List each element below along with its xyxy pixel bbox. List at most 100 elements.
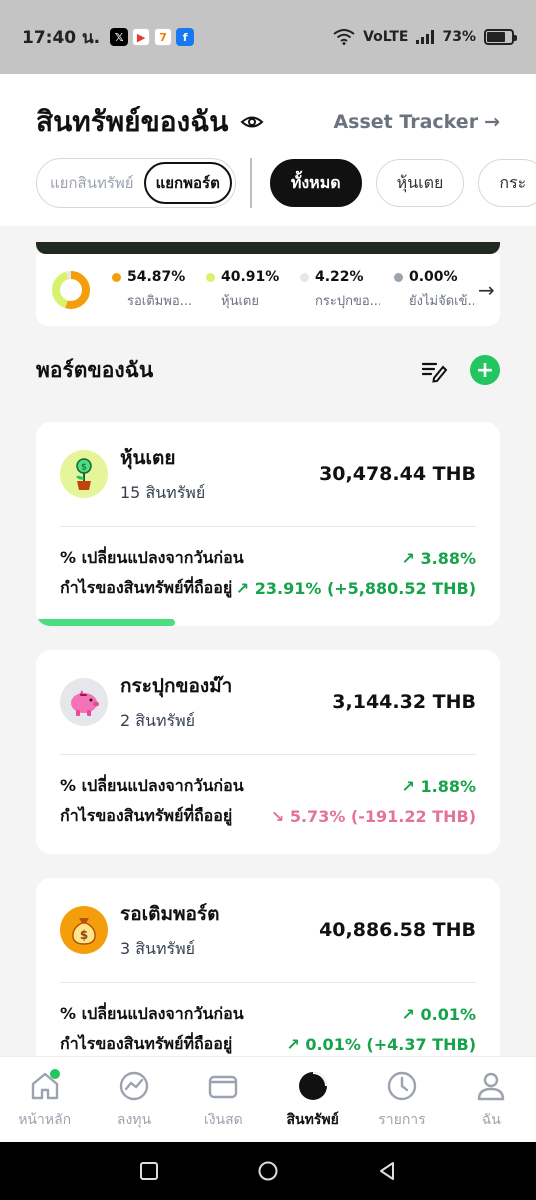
svg-text:$: $ (81, 463, 87, 473)
money-bag-icon: $ (60, 906, 108, 954)
add-portfolio-button[interactable]: + (470, 355, 500, 385)
back-icon[interactable] (377, 1161, 397, 1181)
portfolio-card[interactable]: กระปุกของม๊า 2 สินทรัพย์ 3,144.32 THB % … (36, 650, 500, 854)
youtube-app-icon: ▶ (132, 28, 151, 46)
portfolio-section-header: พอร์ตของฉัน + (36, 350, 500, 390)
portfolio-name: รอเติมพอร์ต (120, 902, 220, 925)
wallet-icon (209, 1075, 238, 1098)
bottom-navigation: หน้าหลัก ลงทุน เงินสด สินทรัพย์ รายการ ฉ… (0, 1056, 536, 1142)
nav-invest[interactable]: ลงทุน (89, 1057, 178, 1142)
arrow-right-icon[interactable]: → (478, 278, 495, 302)
seven-eleven-app-icon: 7 (154, 28, 173, 46)
portfolio-progress-bar (36, 619, 176, 626)
recent-apps-icon[interactable] (139, 1161, 159, 1181)
allocation-item: 40.91% หุ้นเตย (206, 269, 286, 311)
portfolio-card[interactable]: $ รอเติมพอร์ต 3 สินทรัพย์ 40,886.58 THB … (36, 878, 500, 1078)
profile-icon (478, 1072, 505, 1100)
divider (60, 754, 476, 755)
nav-assets[interactable]: สินทรัพย์ (268, 1057, 357, 1142)
arrow-right-icon: → (484, 111, 500, 133)
allocation-name: กระปุกขอ... (315, 294, 380, 309)
daily-change-label: % เปลี่ยนแปลงจากวันก่อน (60, 547, 244, 567)
nav-history[interactable]: รายการ (357, 1057, 446, 1142)
view-segment-control: แยกสินทรัพย์ แยกพอร์ต (36, 158, 236, 208)
system-navigation-bar (0, 1142, 536, 1200)
allocation-name: รอเติมพอ... (127, 294, 192, 309)
x-app-icon: 𝕏 (110, 28, 129, 46)
holding-profit-value: 23.91% (+5,880.52 THB) (254, 578, 476, 598)
asset-tracker-link[interactable]: Asset Tracker → (333, 111, 500, 133)
portfolio-card[interactable]: $ หุ้นเตย 15 สินทรัพย์ 30,478.44 THB % เ… (36, 422, 500, 626)
portfolio-asset-count: 3 สินทรัพย์ (120, 938, 196, 958)
arrow-up-icon: ↗ (286, 1034, 306, 1054)
arrow-down-icon: ↘ (270, 806, 290, 826)
signal-icon (416, 30, 435, 44)
network-type: VoLTE (363, 29, 409, 45)
svg-text:$: $ (80, 928, 88, 942)
segment-by-asset[interactable]: แยกสินทรัพย์ (40, 162, 144, 204)
legend-dot (300, 272, 309, 282)
arrow-up-icon: ↗ (235, 578, 255, 598)
asset-tracker-label: Asset Tracker (333, 111, 479, 133)
nav-label: ลงทุน (116, 1111, 152, 1128)
page-header: สินทรัพย์ของฉัน Asset Tracker → แยกสินทร… (0, 74, 536, 226)
filter-krapuk[interactable]: กระ (478, 159, 536, 207)
segment-by-portfolio[interactable]: แยกพอร์ต (143, 162, 232, 204)
allocation-pct: 0.00% (409, 269, 458, 285)
allocation-pct: 54.87% (127, 269, 186, 285)
notification-dot (50, 1069, 60, 1079)
divider (249, 158, 252, 208)
holding-profit-label: กำไรของสินทรัพย์ที่ถืออยู่ (60, 577, 233, 597)
status-bar: 17:40 น. 𝕏 ▶ 7 f VoLTE 73% (0, 0, 536, 74)
nav-label: ฉัน (481, 1111, 501, 1128)
portfolio-name: หุ้นเตย (120, 446, 176, 469)
nav-label: เงินสด (203, 1111, 243, 1128)
portfolio-value: 30,478.44 THB (319, 463, 476, 485)
nav-label: หน้าหลัก (18, 1111, 72, 1128)
section-title: พอร์ตของฉัน (36, 357, 154, 382)
legend-dot (206, 272, 215, 282)
daily-change-value: 0.01% (420, 1004, 476, 1024)
portfolio-value: 3,144.32 THB (332, 691, 476, 713)
edit-list-icon[interactable] (420, 356, 448, 384)
home-button-icon[interactable] (258, 1161, 278, 1181)
holding-profit-value: 0.01% (+4.37 THB) (305, 1034, 476, 1054)
allocation-item: 4.22% กระปุกขอ... (300, 269, 380, 311)
eye-icon[interactable] (240, 109, 266, 135)
daily-change-value: 3.88% (420, 548, 476, 568)
banner-image-edge (36, 242, 500, 254)
arrow-up-icon: ↗ (401, 1004, 421, 1024)
nav-label: รายการ (378, 1111, 426, 1128)
portfolio-asset-count: 15 สินทรัพย์ (120, 482, 206, 502)
portfolio-asset-count: 2 สินทรัพย์ (120, 710, 196, 730)
notification-icons: 𝕏 ▶ 7 f (110, 28, 195, 46)
divider (60, 982, 476, 983)
divider (60, 526, 476, 527)
allocation-pct: 4.22% (315, 269, 364, 285)
daily-change-label: % เปลี่ยนแปลงจากวันก่อน (60, 775, 244, 795)
holding-profit-label: กำไรของสินทรัพย์ที่ถืออยู่ (60, 1033, 233, 1053)
arrow-up-icon: ↗ (401, 776, 421, 796)
allocation-item: 0.00% ยังไม่จัดเข้... (394, 269, 474, 311)
allocation-donut (52, 271, 90, 309)
nav-cash[interactable]: เงินสด (179, 1057, 268, 1142)
portfolio-value: 40,886.58 THB (319, 919, 476, 941)
invest-icon (119, 1071, 149, 1100)
filter-all[interactable]: ทั้งหมด (269, 159, 362, 207)
daily-change-value: 1.88% (420, 776, 476, 796)
nav-profile[interactable]: ฉัน (447, 1057, 536, 1142)
pie-chart-icon (298, 1071, 327, 1100)
allocation-summary[interactable]: 54.87% รอเติมพอ... 40.91% หุ้นเตย 4.22% … (36, 254, 500, 326)
page-title: สินทรัพย์ของฉัน (36, 105, 229, 138)
holding-profit-value: 5.73% (-191.22 THB) (289, 806, 476, 826)
facebook-app-icon: f (176, 28, 195, 46)
arrow-up-icon: ↗ (401, 548, 421, 568)
legend-dot (112, 272, 121, 282)
nav-label: สินทรัพย์ (286, 1111, 339, 1128)
wifi-icon (333, 29, 355, 45)
nav-home[interactable]: หน้าหลัก (0, 1057, 89, 1142)
holding-profit-label: กำไรของสินทรัพย์ที่ถืออยู่ (60, 805, 233, 825)
filter-hun-toey[interactable]: หุ้นเตย (375, 159, 465, 207)
daily-change-label: % เปลี่ยนแปลงจากวันก่อน (60, 1003, 244, 1023)
legend-dot (394, 272, 403, 282)
